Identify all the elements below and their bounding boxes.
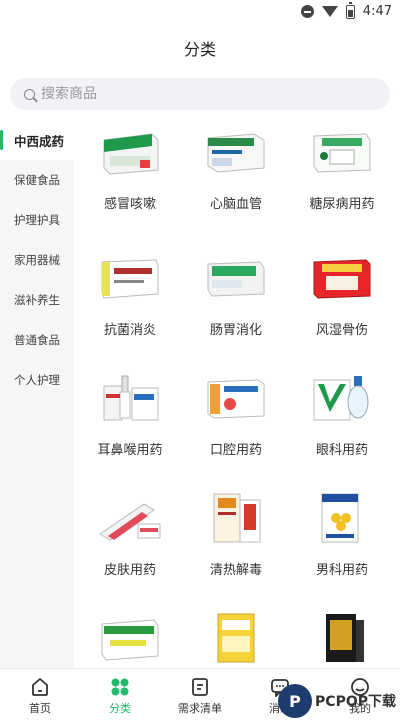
category-item-14[interactable] (186, 606, 286, 668)
watermark-logo: P PCPOP下载 (278, 684, 396, 718)
tab-label: 首页 (29, 702, 51, 715)
category-label: 肠胃消化 (209, 323, 262, 338)
category-label: 糖尿病用药 (309, 197, 375, 212)
sidebar-item-label: 护理护具 (14, 213, 60, 227)
category-label: 皮肤用药 (103, 563, 156, 578)
category-skin[interactable]: 皮肤用药 (80, 486, 180, 606)
status-bar: 4:47 (0, 0, 400, 26)
page-title: 分类 (183, 40, 216, 59)
category-rheumatism[interactable]: 风湿骨伤 (292, 246, 392, 366)
diabetes-medicine-box-icon (313, 133, 371, 173)
sidebar-item-label: 中西成药 (14, 133, 65, 149)
skin-ointment-icon (99, 503, 161, 541)
category-cold-cough[interactable]: 感冒咳嗽 (80, 120, 180, 240)
tab-home[interactable]: 首页 (0, 669, 80, 721)
andrology-medicine-box-icon (321, 493, 359, 543)
category-eye[interactable]: 眼科用药 (292, 366, 392, 486)
category-label: 抗菌消炎 (103, 323, 156, 338)
category-label: 男科用药 (315, 563, 368, 578)
category-label: 耳鼻喉用药 (97, 443, 163, 458)
sidebar-item-label: 保健食品 (14, 173, 60, 187)
yellow-medicine-box-icon (217, 613, 255, 663)
tab-category[interactable]: 分类 (80, 669, 160, 721)
cardio-medicine-box-icon (207, 133, 265, 173)
antibiotic-box-icon (101, 259, 159, 299)
category-grid: 感冒咳嗽 心脑血管 糖尿病用药 抗菌消炎 肠胃消化 风湿骨伤 耳鼻喉用药 口腔用… (80, 120, 400, 668)
do-not-disturb-icon (300, 5, 314, 18)
tab-label: 需求清单 (178, 702, 222, 715)
pcpop-logo-icon: P (278, 684, 313, 718)
search-bar[interactable] (10, 78, 390, 110)
sidebar-item-western-chinese-medicine[interactable]: 中西成药 (0, 120, 74, 160)
category-ent[interactable]: 耳鼻喉用药 (80, 366, 180, 486)
oral-medicine-box-icon (207, 379, 265, 419)
category-label: 风湿骨伤 (315, 323, 368, 338)
category-antibacterial[interactable]: 抗菌消炎 (80, 246, 180, 366)
category-item-13[interactable] (80, 606, 180, 668)
header: 分类 (0, 26, 400, 70)
ent-spray-icon (103, 375, 159, 421)
sidebar-item-general-food[interactable]: 普通食品 (0, 320, 74, 360)
home-icon (32, 677, 48, 696)
sidebar-item-care-gear[interactable]: 护理护具 (0, 200, 74, 240)
category-grid-icon (111, 678, 129, 696)
battery-icon (345, 1, 355, 19)
sidebar-item-label: 滋补养生 (14, 293, 60, 307)
bottom-tab-bar: 首页 分类 需求清单 消息 我的 P PCPOP下载 (0, 668, 400, 720)
sidebar-item-label: 普通食品 (14, 333, 60, 347)
category-digestive[interactable]: 肠胃消化 (186, 246, 286, 366)
category-label: 心脑血管 (209, 197, 262, 212)
category-label: 眼科用药 (315, 443, 368, 458)
list-icon (192, 678, 208, 696)
heat-clearing-medicine-box-icon (213, 493, 261, 543)
digestive-medicine-box-icon (207, 261, 265, 297)
wifi-icon (321, 6, 338, 17)
search-icon (24, 88, 35, 100)
status-icons: 4:47 (300, 1, 392, 19)
category-label: 感冒咳嗽 (103, 197, 156, 212)
green-pill-box-icon (101, 619, 159, 661)
category-item-15[interactable] (292, 606, 392, 668)
sidebar-item-personal-care[interactable]: 个人护理 (0, 360, 74, 400)
search-input[interactable] (41, 86, 341, 102)
category-oral[interactable]: 口腔用药 (186, 366, 286, 486)
eye-drops-icon (313, 376, 369, 421)
tab-label: 分类 (109, 702, 131, 715)
cold-medicine-box-icon (103, 133, 159, 175)
watermark-text: PCPOP下载 (315, 694, 396, 710)
sidebar-item-health-food[interactable]: 保健食品 (0, 160, 74, 200)
sidebar-item-label: 家用器械 (14, 253, 60, 267)
category-diabetes[interactable]: 糖尿病用药 (292, 120, 392, 240)
sidebar-item-tonic[interactable]: 滋补养生 (0, 280, 74, 320)
category-cardio[interactable]: 心脑血管 (186, 120, 286, 240)
rheumatism-medicine-box-icon (313, 259, 371, 299)
category-sidebar: 中西成药 保健食品 护理护具 家用器械 滋补养生 普通食品 个人护理 (0, 120, 74, 668)
category-heat-clearing[interactable]: 清热解毒 (186, 486, 286, 606)
sidebar-item-label: 个人护理 (14, 373, 60, 387)
black-medicine-box-icon (326, 614, 364, 662)
tab-demand-list[interactable]: 需求清单 (160, 669, 240, 721)
category-andrology[interactable]: 男科用药 (292, 486, 392, 606)
category-label: 清热解毒 (209, 563, 262, 578)
category-label: 口腔用药 (209, 443, 262, 458)
status-time: 4:47 (362, 4, 392, 19)
sidebar-item-home-devices[interactable]: 家用器械 (0, 240, 74, 280)
